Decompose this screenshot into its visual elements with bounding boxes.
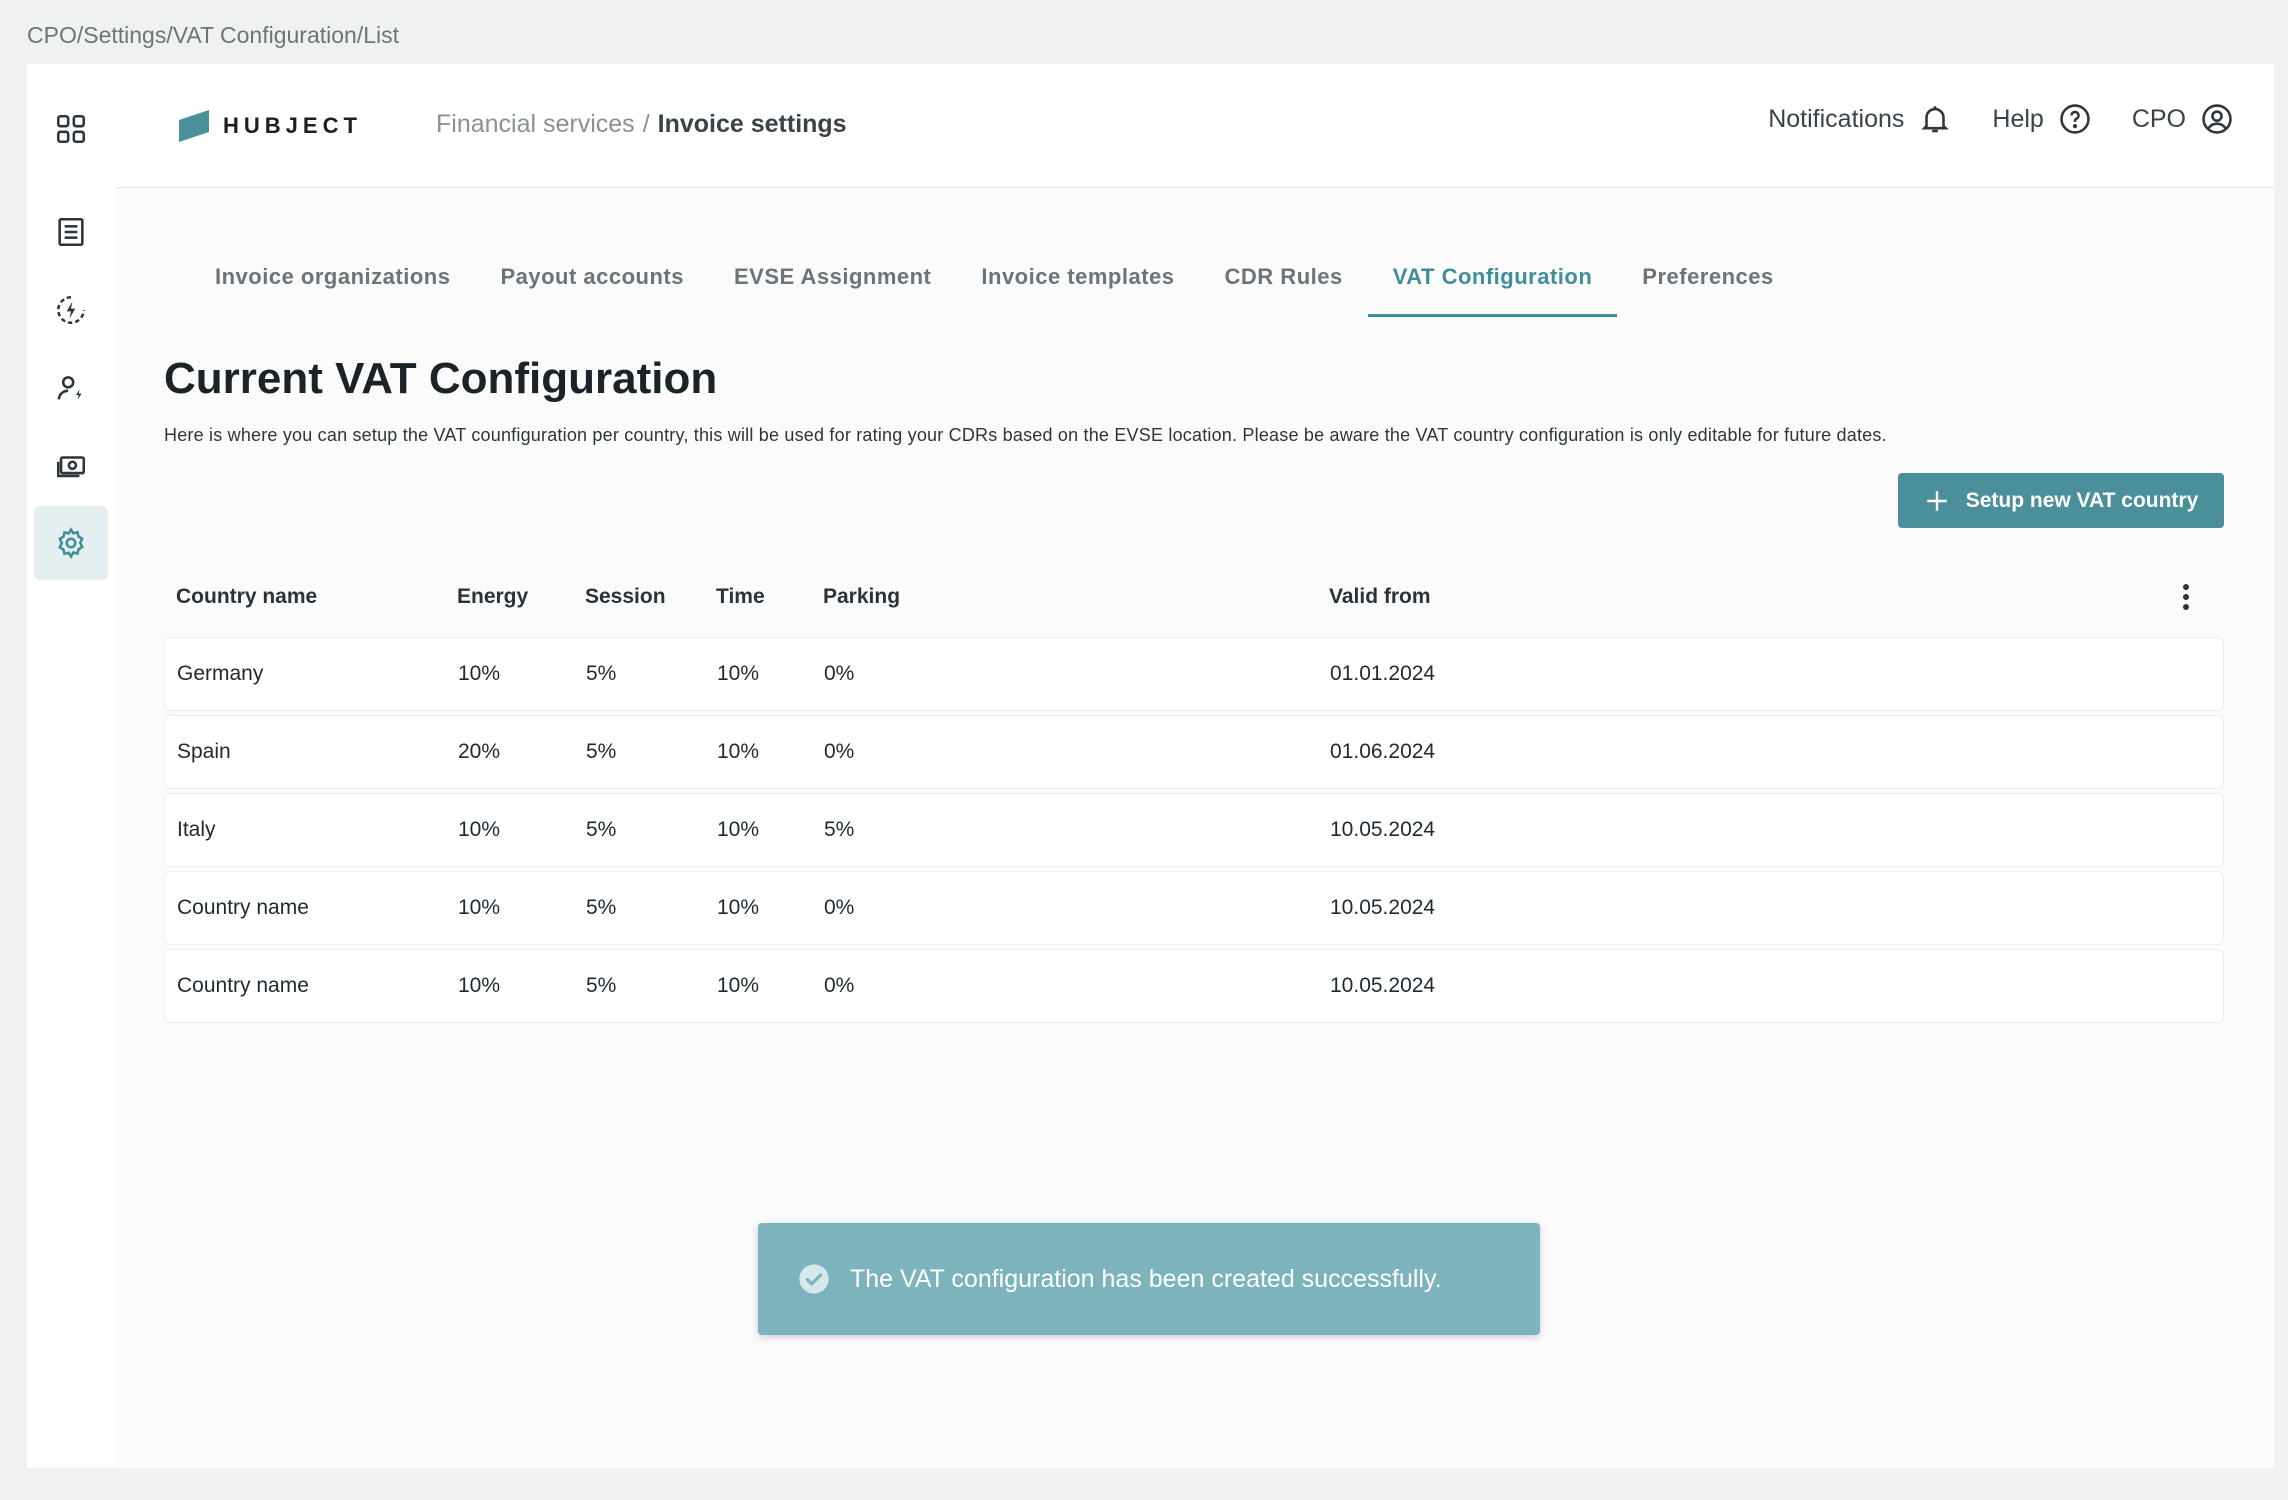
cell-energy: 10% — [458, 662, 501, 685]
table-row[interactable]: Italy 10% 5% 10% 5% 10.05.2024 — [164, 793, 2224, 867]
brand-name: HUBJECT — [223, 113, 362, 138]
setup-new-vat-country-label: Setup new VAT country — [1965, 488, 2199, 512]
table-row[interactable]: Country name 10% 5% 10% 0% 10.05.2024 — [164, 871, 2224, 945]
tab-invoice-organizations[interactable]: Invoice organizations — [190, 260, 475, 317]
vat-table: Country name Energy Session Time Parking… — [164, 561, 2224, 1023]
table-row[interactable]: Country name 10% 5% 10% 0% 10.05.2024 — [164, 949, 2224, 1023]
cell-valid-from: 01.01.2024 — [1330, 662, 1436, 685]
cell-energy: 10% — [458, 974, 501, 997]
header-country-name[interactable]: Country name — [176, 585, 317, 609]
page-title: Current VAT Configuration — [164, 354, 718, 403]
page-description: Here is where you can setup the VAT coun… — [164, 425, 1887, 445]
page-path: CPO/Settings/VAT Configuration/List — [27, 22, 400, 48]
tab-preferences[interactable]: Preferences — [1617, 260, 1798, 317]
table-row[interactable]: Germany 10% 5% 10% 0% 01.01.2024 — [164, 637, 2224, 711]
user-label: CPO — [2131, 104, 2186, 133]
toast-message: The VAT configuration has been created s… — [850, 1264, 1442, 1293]
notifications-label: Notifications — [1768, 104, 1905, 133]
cell-country-name: Spain — [177, 740, 231, 763]
cell-parking: 0% — [824, 662, 855, 685]
user-avatar-icon — [2202, 104, 2232, 134]
user-charging-icon[interactable] — [34, 351, 108, 425]
setup-new-vat-country-button[interactable]: Setup new VAT country — [1898, 473, 2224, 528]
brand-logo[interactable]: HUBJECT — [177, 108, 362, 144]
help-circle-icon — [2060, 104, 2090, 134]
breadcrumb-current: Invoice settings — [657, 110, 847, 138]
cell-parking: 0% — [824, 896, 855, 919]
cell-session: 5% — [586, 896, 617, 919]
plus-icon — [1926, 490, 1947, 511]
header-parking[interactable]: Parking — [823, 585, 900, 609]
breadcrumb: Financial services / Invoice settings — [436, 110, 847, 139]
cell-session: 5% — [586, 740, 617, 763]
table-more-options-icon[interactable] — [2166, 577, 2206, 617]
cell-valid-from: 01.06.2024 — [1330, 740, 1436, 763]
cell-time: 10% — [717, 662, 760, 685]
tab-cdr-rules[interactable]: CDR Rules — [1200, 260, 1368, 317]
cell-time: 10% — [717, 974, 760, 997]
cell-time: 10% — [717, 896, 760, 919]
success-toast: The VAT configuration has been created s… — [758, 1223, 1540, 1335]
settings-tabs: Invoice organizations Payout accounts EV… — [190, 260, 1799, 317]
brand-mark-icon — [179, 110, 209, 142]
tab-payout-accounts[interactable]: Payout accounts — [475, 260, 709, 317]
header-time[interactable]: Time — [716, 585, 765, 609]
cell-session: 5% — [586, 818, 617, 841]
sidebar — [27, 64, 115, 1468]
notifications-button[interactable]: Notifications — [1768, 102, 1952, 136]
header-session[interactable]: Session — [585, 585, 666, 609]
cell-country-name: Germany — [177, 662, 264, 685]
cell-session: 5% — [586, 974, 617, 997]
header-energy[interactable]: Energy — [457, 585, 528, 609]
cell-time: 10% — [717, 818, 760, 841]
tab-vat-configuration[interactable]: VAT Configuration — [1367, 260, 1618, 317]
bell-icon — [1921, 106, 1950, 133]
cell-parking: 0% — [824, 974, 855, 997]
cell-time: 10% — [717, 740, 760, 763]
invoice-list-icon[interactable] — [34, 195, 108, 269]
settings-gear-icon[interactable] — [34, 506, 108, 580]
cell-country-name: Italy — [177, 818, 216, 841]
tab-invoice-templates[interactable]: Invoice templates — [956, 260, 1199, 317]
cell-country-name: Country name — [177, 896, 309, 919]
cell-energy: 10% — [458, 818, 501, 841]
help-button[interactable]: Help — [1992, 102, 2091, 136]
cell-energy: 10% — [458, 896, 501, 919]
cell-country-name: Country name — [177, 974, 309, 997]
top-header: HUBJECT Financial services / Invoice set… — [115, 64, 2274, 188]
cell-parking: 0% — [824, 740, 855, 763]
apps-grid-icon[interactable] — [34, 92, 108, 166]
breadcrumb-parent[interactable]: Financial services — [436, 110, 635, 139]
cell-session: 5% — [586, 662, 617, 685]
breadcrumb-separator: / — [642, 110, 650, 138]
app-window: HUBJECT Financial services / Invoice set… — [27, 64, 2274, 1468]
cell-valid-from: 10.05.2024 — [1330, 818, 1436, 841]
cell-energy: 20% — [458, 740, 501, 763]
header-valid-from[interactable]: Valid from — [1329, 585, 1431, 609]
header-actions: Notifications Help CPO — [1768, 102, 2234, 136]
help-label: Help — [1992, 104, 2044, 133]
charging-icon[interactable] — [34, 273, 108, 347]
cell-valid-from: 10.05.2024 — [1330, 896, 1436, 919]
tab-evse-assignment[interactable]: EVSE Assignment — [709, 260, 956, 317]
user-menu-button[interactable]: CPO — [2132, 102, 2234, 136]
cell-parking: 5% — [824, 818, 855, 841]
cell-valid-from: 10.05.2024 — [1330, 974, 1436, 997]
table-header: Country name Energy Session Time Parking… — [164, 561, 2224, 633]
cash-icon[interactable] — [34, 429, 108, 503]
check-circle-icon — [799, 1264, 829, 1294]
table-row[interactable]: Spain 20% 5% 10% 0% 01.06.2024 — [164, 715, 2224, 789]
